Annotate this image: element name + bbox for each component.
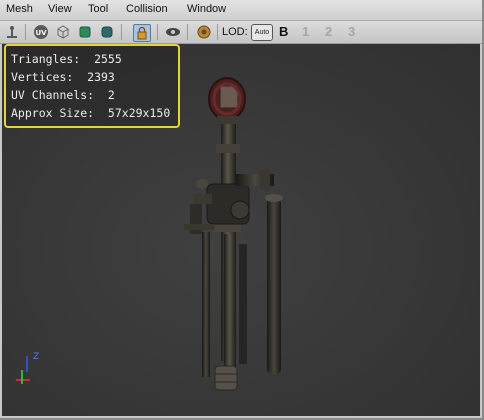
wireframe-button[interactable] <box>55 24 71 40</box>
menu-tool[interactable]: Tool <box>88 3 108 15</box>
socket-manager-button[interactable] <box>196 24 212 40</box>
textured-cube-icon <box>101 26 113 38</box>
textured-view-button[interactable] <box>99 24 115 40</box>
right-pipe-cap <box>265 194 283 202</box>
3d-viewport[interactable]: Triangles: 2555 Vertices: 2393 UV Channe… <box>2 44 480 416</box>
solid-view-button[interactable] <box>77 24 93 40</box>
uv-icon: UV <box>34 25 48 39</box>
toolbar-separator <box>25 24 26 40</box>
lower-main-pipe <box>224 234 236 374</box>
valve-wheel <box>208 77 246 121</box>
menu-mesh[interactable]: Mesh <box>6 3 33 15</box>
lod-auto-button[interactable]: Auto <box>251 24 273 41</box>
lod-base-button[interactable]: B <box>279 24 288 39</box>
menu-view[interactable]: View <box>48 3 72 15</box>
menu-window[interactable]: Window <box>187 3 226 15</box>
show-normals-button[interactable] <box>165 24 181 40</box>
pivot-axes-button[interactable] <box>4 24 20 40</box>
elbow-joint <box>260 170 270 190</box>
toolbar-separator <box>217 24 218 40</box>
uv-icon-text: UV <box>35 29 47 37</box>
uv-overlay-button[interactable]: UV <box>33 24 49 40</box>
bottom-coupling <box>214 365 238 391</box>
lod-3-button[interactable]: 3 <box>348 24 355 39</box>
toolbar-separator <box>187 24 188 40</box>
lock-icon <box>137 26 147 40</box>
lock-camera-button[interactable] <box>133 24 151 42</box>
lod-2-button[interactable]: 2 <box>325 24 332 39</box>
socket-icon <box>197 25 211 39</box>
solid-cube-icon <box>79 26 91 38</box>
static-mesh-editor-window: Mesh View Tool Collision Window UV LOD: … <box>0 0 484 420</box>
toolbar-separator <box>157 24 158 40</box>
toolbar-separator <box>121 24 122 40</box>
right-pipe <box>267 198 281 374</box>
z-axis-label: Z <box>33 352 39 362</box>
pipe-mesh-model: Z <box>16 77 283 391</box>
lod-1-button[interactable]: 1 <box>302 24 309 39</box>
wireframe-cube-icon <box>57 25 69 39</box>
left-thin-pipe <box>202 232 210 377</box>
lod-label: LOD: <box>222 26 248 38</box>
pipe-flange <box>216 144 240 153</box>
toolbar: UV LOD: Auto B 1 2 3 <box>0 21 482 44</box>
pipe-flange <box>217 116 239 124</box>
support-rod <box>239 244 247 364</box>
eye-icon <box>166 28 180 36</box>
menu-bar: Mesh View Tool Collision Window <box>0 0 482 21</box>
axis-gizmo: Z <box>16 352 39 384</box>
menu-collision[interactable]: Collision <box>126 3 168 15</box>
pivot-axes-icon <box>7 26 17 38</box>
